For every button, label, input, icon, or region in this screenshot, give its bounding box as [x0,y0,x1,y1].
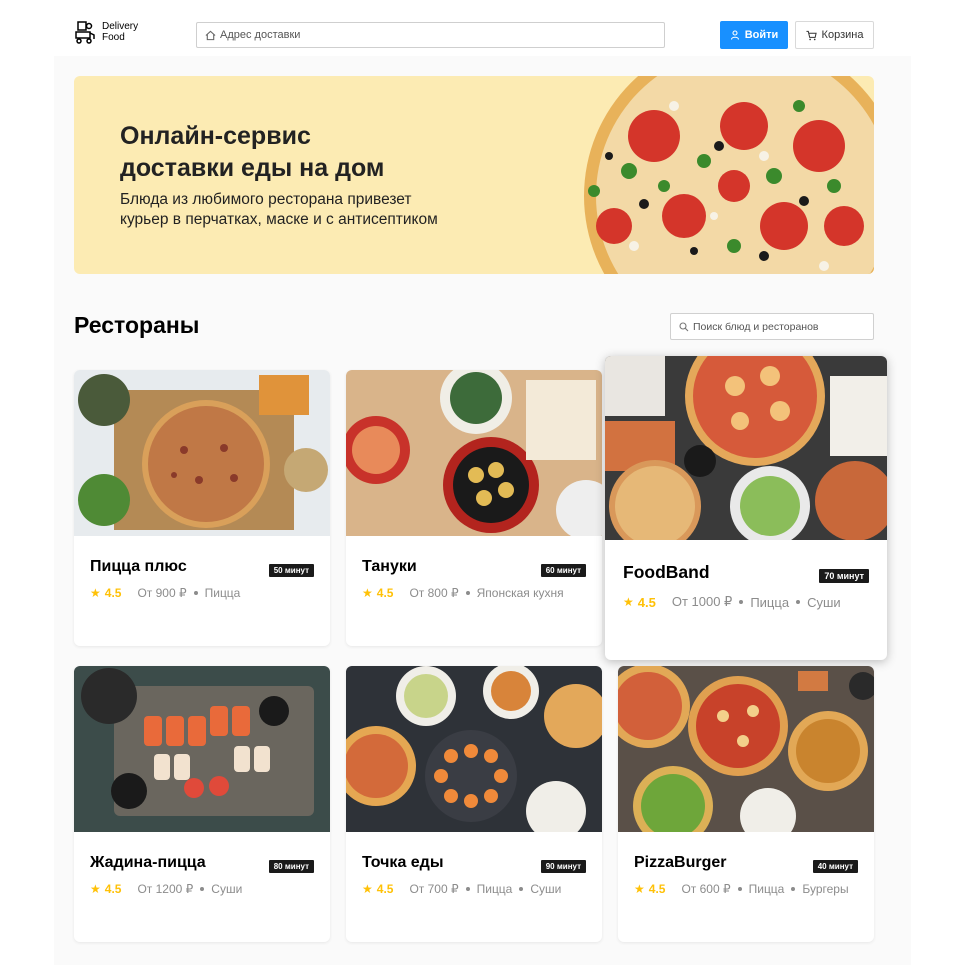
restaurant-info: ★ 4.5 От 700 ₽ Пицца Суши [362,882,561,896]
rating-value: 4.5 [376,586,394,600]
search-placeholder: Поиск блюд и ресторанов [693,320,819,333]
promo-text-line1: Блюда из любимого ресторана привезет [120,191,412,208]
delivery-time-badge: 60 минут [540,564,586,577]
rating: ★ 4.5 [623,595,656,610]
restaurant-info: ★ 4.5 От 600 ₽ Пицца Бургеры [634,882,849,896]
address-input[interactable]: Адрес доставки [196,22,665,48]
rating: ★ 4.5 [634,882,665,896]
restaurant-name: Точка еды [362,854,444,871]
address-placeholder: Адрес доставки [220,29,301,41]
restaurant-info: ★ 4.5 От 1000 ₽ Пицца Суши [623,594,841,610]
rating: ★ 4.5 [362,882,393,896]
star-icon: ★ [634,882,645,896]
category-tag: Пицца [476,882,513,896]
promo-title-line1: Онлайн-сервис [120,122,311,150]
rating-value: 4.5 [376,882,394,896]
cart-icon [806,30,817,40]
price: От 800 ₽ [409,586,459,600]
category-tag: Пицца [204,586,241,600]
restaurant-image [346,666,602,832]
restaurant-image [618,666,874,832]
promo-title-line2: доставки еды на дом [120,154,385,182]
restaurant-card[interactable]: Точка еды 90 минут ★ 4.5 От 700 ₽ Пицца С… [346,666,602,942]
category-tag: Пицца [748,882,785,896]
search-input[interactable]: Поиск блюд и ресторанов [670,313,874,340]
promo-banner: Онлайн-сервис доставки еды на дом Блюда … [74,76,874,274]
separator-dot [739,600,744,604]
restaurant-name: Тануки [362,558,417,575]
restaurant-card[interactable]: PizzaBurger 40 минут ★ 4.5 От 600 ₽ Пицца… [618,666,874,942]
login-button[interactable]: Войти [720,21,788,49]
restaurant-name: Жадина-пицца [90,854,206,871]
restaurant-image [346,370,602,536]
user-icon [730,30,739,40]
rating-value: 4.5 [637,594,656,610]
star-icon: ★ [362,882,373,896]
restaurant-name: PizzaBurger [634,854,727,871]
rating-value: 4.5 [104,882,122,896]
delivery-time-badge: 70 минут [819,569,869,583]
restaurant-name: FoodBand [623,562,710,582]
separator-dot [791,887,796,891]
category-tag: Японская кухня [476,586,564,600]
restaurant-card[interactable]: Жадина-пицца 80 минут ★ 4.5 От 1200 ₽ Суш… [74,666,330,942]
star-icon: ★ [90,882,101,896]
restaurant-name: Пицца плюс [90,558,187,575]
delivery-logo-icon [75,21,95,44]
category-tag: Бургеры [802,882,849,896]
restaurant-image [74,370,330,536]
price: От 700 ₽ [409,882,459,896]
star-icon: ★ [90,586,101,600]
category-tag: Суши [211,882,243,896]
category-tag: Пицца [750,594,790,610]
restaurant-card[interactable]: FoodBand 70 минут ★ 4.5 От 1000 ₽ Пицца С… [605,356,887,660]
section-title: Рестораны [74,312,200,338]
home-icon [205,30,216,40]
delivery-time-badge: 40 минут [812,860,858,873]
cart-button[interactable]: Корзина [795,21,874,49]
rating: ★ 4.5 [362,586,393,600]
category-tag: Суши [807,594,841,610]
delivery-time-badge: 80 минут [268,860,314,873]
price: От 600 ₽ [681,882,731,896]
category-tag: Суши [530,882,562,896]
header: Delivery Food Адрес доставки Войти Корзи… [74,18,874,52]
promo-text-line2: курьер в перчатках, маске и с антисептик… [120,211,438,228]
price: От 1200 ₽ [137,882,194,896]
restaurant-image [74,666,330,832]
separator-dot [465,887,470,891]
separator-dot [200,887,205,891]
promo-title: Онлайн-сервис доставки еды на дом [120,120,420,184]
rating-value: 4.5 [104,586,122,600]
separator-dot [519,887,524,891]
pizza-image [584,76,874,274]
delivery-time-badge: 50 минут [268,564,314,577]
restaurant-image [605,356,887,540]
restaurant-info: ★ 4.5 От 800 ₽ Японская кухня [362,586,564,600]
logo[interactable]: Delivery Food [74,20,138,44]
price: От 1000 ₽ [671,594,733,609]
star-icon: ★ [623,595,634,609]
logo-text: Delivery Food [102,21,138,43]
login-label: Войти [744,29,779,41]
star-icon: ★ [362,586,373,600]
separator-dot [193,591,198,595]
restaurant-info: ★ 4.5 От 900 ₽ Пицца [90,586,240,600]
rating-value: 4.5 [648,882,666,896]
rating: ★ 4.5 [90,586,121,600]
restaurant-info: ★ 4.5 От 1200 ₽ Суши [90,882,242,896]
separator-dot [796,600,801,604]
separator-dot [737,887,742,891]
cart-label: Корзина [821,29,864,41]
restaurant-card[interactable]: Тануки 60 минут ★ 4.5 От 800 ₽ Японская к… [346,370,602,646]
restaurant-card[interactable]: Пицца плюс 50 минут ★ 4.5 От 900 ₽ Пицца [74,370,330,646]
logo-line2: Food [102,32,125,43]
promo-text: Блюда из любимого ресторана привезет кур… [120,190,500,230]
rating: ★ 4.5 [90,882,121,896]
separator-dot [465,591,470,595]
search-icon [679,321,689,331]
delivery-time-badge: 90 минут [540,860,586,873]
price: От 900 ₽ [137,586,187,600]
logo-line1: Delivery [102,21,139,32]
